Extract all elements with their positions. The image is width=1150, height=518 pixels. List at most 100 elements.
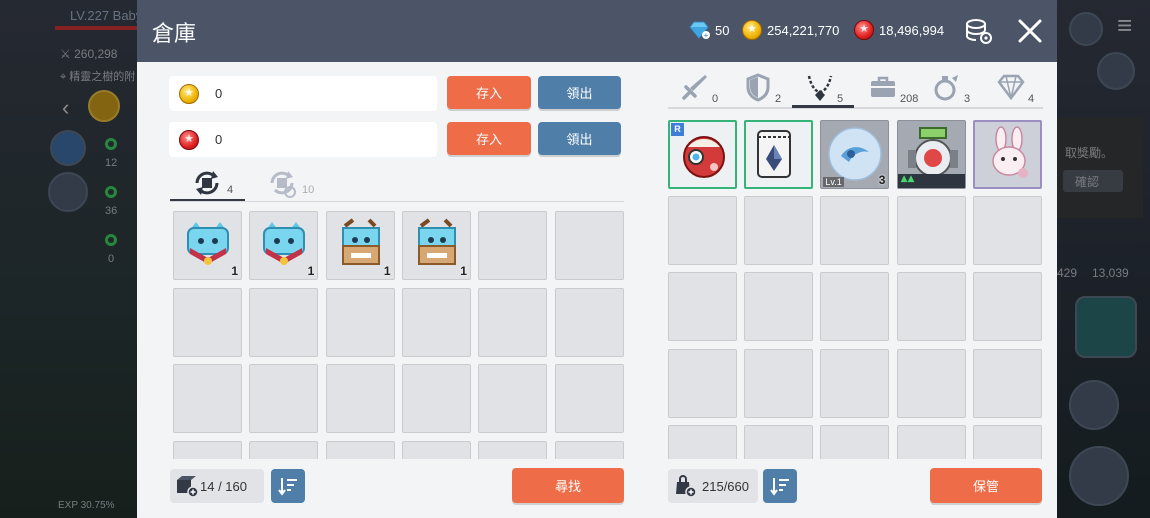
- meso-amount-field[interactable]: 0: [169, 76, 437, 111]
- close-button[interactable]: [1013, 14, 1047, 48]
- quest-count: 0: [108, 253, 115, 265]
- empty-slot[interactable]: [249, 364, 319, 433]
- confirm-button[interactable]: 確認: [1063, 170, 1123, 192]
- map-pin-icon[interactable]: [1097, 52, 1135, 90]
- red-point-withdraw-button[interactable]: 領出: [538, 122, 621, 155]
- empty-slot[interactable]: [744, 196, 814, 266]
- empty-slot[interactable]: [173, 364, 242, 433]
- tab-shield[interactable]: 2: [743, 70, 781, 106]
- diamond-icon: +: [689, 21, 710, 40]
- inventory-item-slot[interactable]: Lv.1 3: [820, 120, 890, 189]
- empty-slot[interactable]: [401, 364, 471, 433]
- empty-slot[interactable]: [478, 440, 548, 459]
- empty-slot[interactable]: [896, 272, 966, 342]
- empty-slot[interactable]: [478, 364, 548, 433]
- quest-dot: [105, 138, 117, 150]
- storage-settings-button[interactable]: [961, 14, 995, 48]
- red-point-count: 18,496,994: [879, 22, 945, 38]
- storage-item-slot[interactable]: 1: [249, 211, 319, 280]
- tab-diamond[interactable]: 4: [996, 70, 1034, 106]
- empty-slot[interactable]: [325, 440, 395, 459]
- empty-slot[interactable]: [972, 196, 1042, 266]
- tab-count: 2: [775, 93, 782, 105]
- inventory-item-slot[interactable]: [744, 120, 814, 189]
- empty-slot[interactable]: [554, 287, 624, 357]
- empty-slot[interactable]: [249, 287, 319, 357]
- empty-slot[interactable]: [820, 348, 890, 418]
- tab-shared-storage[interactable]: 4: [189, 164, 233, 200]
- empty-slot[interactable]: [668, 272, 737, 342]
- menu-icon[interactable]: ≡: [1117, 10, 1132, 41]
- empty-slot[interactable]: [972, 348, 1042, 418]
- rabbit-icon: [979, 125, 1039, 189]
- inventory-item-slot[interactable]: [972, 120, 1042, 189]
- storage-capacity-text: 14 / 160: [200, 478, 247, 494]
- crystal-pouch-icon: [750, 125, 798, 187]
- tab-potion[interactable]: 3: [932, 70, 970, 106]
- plus-icon[interactable]: [1069, 380, 1119, 430]
- confirm-label: 確認: [1075, 175, 1100, 189]
- empty-slot[interactable]: [478, 211, 548, 280]
- store-button[interactable]: 保管: [930, 468, 1042, 503]
- tab-locked-storage[interactable]: 10: [264, 164, 314, 200]
- empty-slot[interactable]: [972, 424, 1042, 459]
- empty-slot[interactable]: [478, 287, 548, 357]
- skill-icon[interactable]: [50, 130, 86, 166]
- storage-locked-icon: [270, 171, 296, 198]
- empty-slot[interactable]: [668, 424, 737, 459]
- blue-cat-box-icon: [256, 216, 312, 276]
- empty-slot[interactable]: [744, 424, 814, 459]
- quest-dot: [105, 234, 117, 246]
- inventory-item-slot[interactable]: R: [668, 120, 737, 189]
- item-quantity: 1: [231, 264, 238, 278]
- empty-slot[interactable]: [173, 440, 242, 459]
- empty-slot[interactable]: [972, 272, 1042, 342]
- back-arrow-icon[interactable]: ‹: [62, 95, 69, 121]
- tab-sword[interactable]: 0: [680, 70, 718, 106]
- empty-slot[interactable]: [896, 424, 966, 459]
- character-icon[interactable]: [1069, 12, 1103, 46]
- category-tab-divider: [668, 107, 1043, 109]
- search-button[interactable]: 尋找: [512, 468, 624, 503]
- empty-slot[interactable]: [554, 364, 624, 433]
- attack-icon[interactable]: [1069, 446, 1129, 506]
- empty-slot[interactable]: [820, 196, 890, 266]
- empty-slot[interactable]: [668, 348, 737, 418]
- empty-slot[interactable]: [554, 211, 624, 280]
- empty-slot[interactable]: [896, 196, 966, 266]
- empty-slot[interactable]: [325, 364, 395, 433]
- red-point-deposit-button[interactable]: 存入: [447, 122, 531, 155]
- brown-cat-box-icon: [409, 216, 465, 276]
- boss-portrait-icon[interactable]: [1075, 296, 1137, 358]
- empty-slot[interactable]: [744, 272, 814, 342]
- clock-icon[interactable]: [88, 90, 120, 122]
- empty-slot[interactable]: [249, 440, 319, 459]
- item-quantity: 1: [460, 264, 467, 278]
- storage-item-slot[interactable]: 1: [325, 211, 395, 280]
- storage-item-slot[interactable]: 1: [173, 211, 242, 280]
- empty-slot[interactable]: [668, 196, 737, 266]
- empty-slot[interactable]: [173, 287, 242, 357]
- empty-slot[interactable]: [896, 348, 966, 418]
- storage-sort-button[interactable]: [271, 469, 305, 503]
- empty-slot[interactable]: [820, 272, 890, 342]
- empty-slot[interactable]: [401, 287, 471, 357]
- inventory-item-slot[interactable]: ▲▲: [896, 120, 966, 189]
- meso-deposit-button[interactable]: 存入: [447, 76, 531, 109]
- diamond-icon: [996, 72, 1026, 106]
- tab-count: 208: [900, 93, 919, 105]
- empty-slot[interactable]: [744, 348, 814, 418]
- tab-bag[interactable]: 208: [868, 70, 918, 106]
- red-point-amount-field[interactable]: 0: [169, 122, 437, 157]
- svg-text:+: +: [704, 31, 709, 40]
- empty-slot[interactable]: [325, 287, 395, 357]
- meso-amount-value: 0: [215, 86, 223, 101]
- empty-slot[interactable]: [401, 440, 471, 459]
- tab-necklace[interactable]: 5: [805, 70, 843, 106]
- empty-slot[interactable]: [554, 440, 624, 459]
- handshake-icon[interactable]: [48, 172, 88, 212]
- empty-slot[interactable]: [820, 424, 890, 459]
- storage-item-slot[interactable]: 1: [401, 211, 471, 280]
- inventory-sort-button[interactable]: [763, 469, 797, 503]
- meso-withdraw-button[interactable]: 領出: [538, 76, 621, 109]
